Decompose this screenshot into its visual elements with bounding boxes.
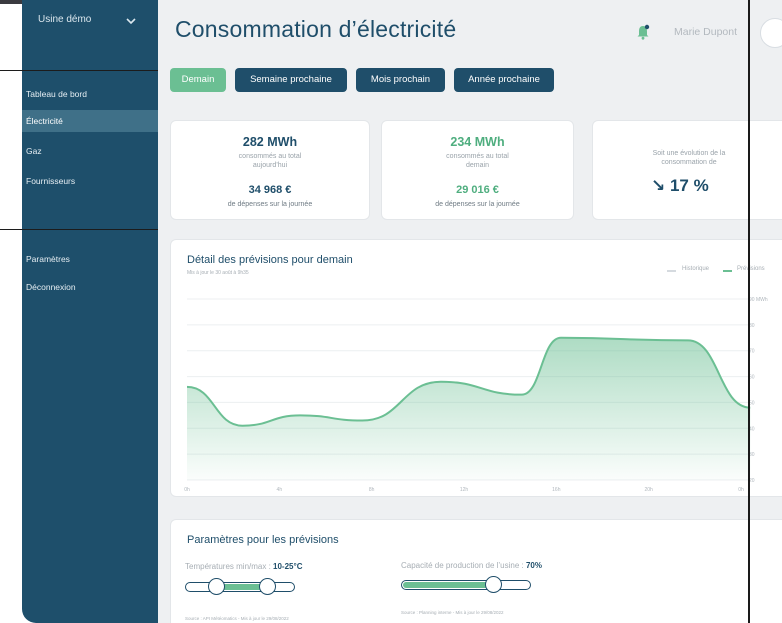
chevron-down-icon[interactable] [125,15,137,27]
tab-next-week[interactable]: Semaine prochaine [235,68,347,92]
y-tick-label: 90 MWh [749,297,768,303]
temperature-label: Températures min/max : 10-25°C [185,562,303,571]
capacity-source: Source : Planning interne - Mis à jour l… [401,610,504,615]
kpi-money: 34 968 € [248,184,292,196]
temperature-min-handle[interactable] [208,578,226,595]
tab-tomorrow[interactable]: Demain [170,68,226,92]
capacity-label: Capacité de production de l’usine : 70% [401,561,542,570]
sidebar-divider [0,70,158,71]
forecast-area [187,337,751,480]
forecast-chart-plot: 90 MWh807060504030200h 4h 8h 12h 16h 20h 0h [184,297,768,493]
capacity-value: 70% [525,561,542,570]
kpi-value: 234 MWh [450,135,505,149]
y-tick-label: 60 [749,375,755,381]
kpi-money-caption: de dépenses sur la journée [227,201,313,208]
evolution-card: Soit une évolution de la consommation de… [592,120,782,220]
sidebar-item-logout[interactable]: Déconnexion [22,276,158,298]
kpi-value: 282 MWh [242,135,298,149]
y-tick-label: 50 [749,400,755,406]
kpi-money-caption: de dépenses sur la journée [435,201,520,208]
kpi-caption: consommés au total [446,153,509,160]
overlay-divider-line [748,0,750,623]
sidebar-item-dashboard[interactable]: Tableau de bord [22,83,158,105]
forecast-chart-card: Détail des prévisions pour demain Mis à … [170,239,782,497]
temperature-value: 10-25°C [273,562,303,571]
temperature-slider[interactable] [185,578,295,595]
y-tick-label: 70 [749,349,755,355]
x-tick-label: 8h [369,487,375,493]
kpi-caption: demain [466,162,489,169]
kpi-money: 29 016 € [456,184,499,196]
tab-next-month[interactable]: Mois prochain [356,68,445,92]
evolution-caption: Soit une évolution de la [652,150,726,157]
notification-bell-icon[interactable] [636,24,650,40]
page-title: Consommation d’électricité [175,16,457,42]
site-selector-label[interactable]: Usine démo [38,14,91,25]
params-card: Paramètres pour les prévisions Températu… [170,519,782,623]
x-tick-label: 16h [552,487,561,493]
capacity-slider[interactable] [401,576,531,593]
sidebar-item-settings[interactable]: Paramètres [22,248,158,270]
capacity-handle[interactable] [484,576,502,593]
user-name[interactable]: Marie Dupont [674,26,737,38]
y-tick-label: 80 [749,323,755,329]
x-tick-label: 12h [460,487,469,493]
evolution-value: ↘ 17 % [651,176,709,195]
kpi-card-tomorrow: 234 MWh consommés au total demain 29 016… [381,120,574,220]
temperature-source: Source : API Météomatics - Mis à jour le… [185,616,289,621]
sidebar-item-gas[interactable]: Gaz [22,140,158,162]
tab-next-year[interactable]: Année prochaine [454,68,554,92]
kpi-caption: aujourd’hui [252,162,288,169]
sidebar-item-suppliers[interactable]: Fournisseurs [22,170,158,192]
kpi-caption: consommés au total [238,153,302,160]
temperature-max-handle[interactable] [258,578,276,595]
x-tick-label: 4h [277,487,283,493]
x-tick-label: 20h [644,487,653,493]
capacity-slider-fill [403,582,494,588]
sidebar-divider [0,229,158,230]
params-title: Paramètres pour les prévisions [187,534,339,546]
kpi-card-today: 282 MWh consommés au total aujourd’hui 3… [170,120,370,220]
x-tick-label: 0h [184,487,190,493]
evolution-caption: consommation de [661,159,717,166]
x-tick-label: 0h [738,487,744,493]
sidebar-item-electricity[interactable]: Électricité [22,110,158,132]
avatar[interactable] [760,18,782,48]
